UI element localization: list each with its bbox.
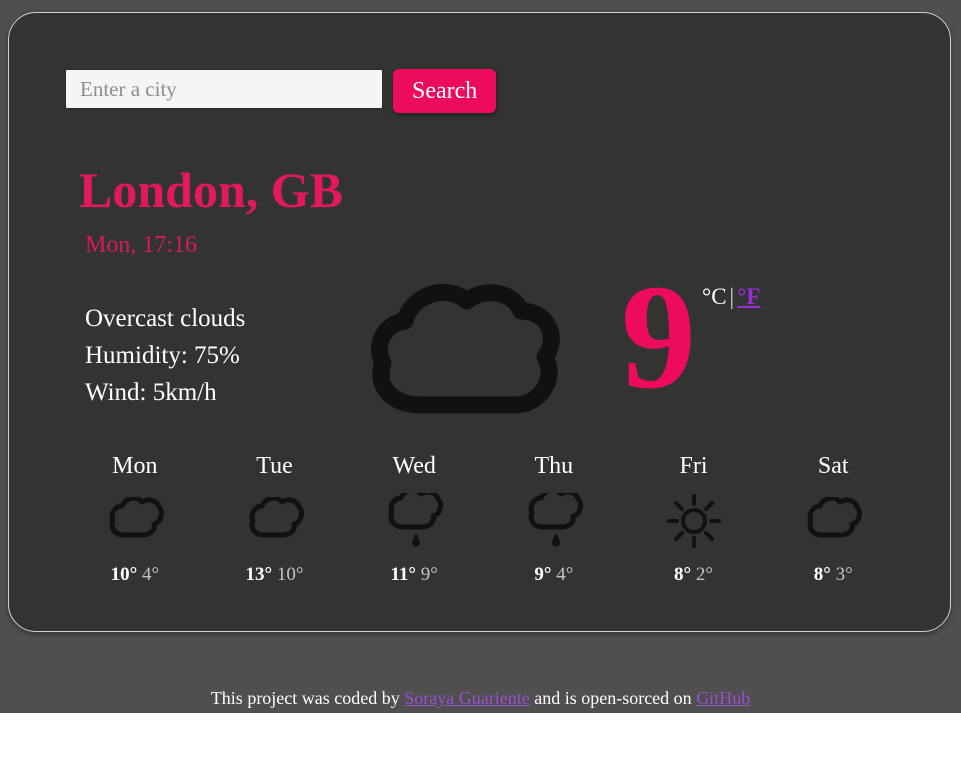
celsius-unit[interactable]: °C	[702, 284, 727, 309]
cloud-icon	[359, 265, 569, 440]
weather-card: Search London, GB Mon, 17:16 Overcast cl…	[8, 12, 951, 632]
temp-max: 8°	[674, 564, 692, 585]
day-label: Mon	[112, 453, 158, 479]
weather-app-page: Search London, GB Mon, 17:16 Overcast cl…	[0, 0, 961, 780]
temp-max: 10°	[110, 564, 138, 585]
day-temperatures: 8° 2°	[624, 564, 764, 586]
weather-description: Overcast clouds	[85, 305, 246, 332]
temp-max: 11°	[390, 564, 417, 585]
cloud-icon	[65, 492, 205, 550]
rain-cloud-icon	[344, 492, 484, 550]
forecast-day-thu: Thu 9° 4°	[484, 453, 624, 586]
forecast-day-sat: Sat 8° 3°	[763, 453, 903, 586]
day-label: Sat	[817, 453, 849, 479]
github-link[interactable]: GitHub	[696, 688, 750, 708]
forecast-day-fri: Fri 8° 2°	[624, 453, 764, 586]
current-conditions: Overcast clouds Humidity: 75% Wind: 5km/…	[85, 300, 245, 411]
temp-max: 8°	[813, 564, 831, 585]
day-label: Fri	[679, 453, 708, 479]
search-form: Search	[65, 69, 497, 113]
forecast-day-wed: Wed 11° 9°	[344, 453, 484, 586]
search-button[interactable]: Search	[393, 69, 497, 113]
humidity-value: Humidity: 75%	[85, 342, 240, 369]
day-label: Thu	[534, 453, 574, 479]
author-link[interactable]: Soraya Guariente	[404, 688, 529, 708]
forecast-day-tue: Tue 13° 10°	[205, 453, 345, 586]
footer-text-before: This project was coded by	[210, 688, 405, 708]
sun-icon	[624, 492, 764, 550]
day-label: Tue	[256, 453, 293, 479]
search-input[interactable]	[65, 69, 383, 109]
temp-min: 3°	[835, 564, 853, 585]
day-temperatures: 11° 9°	[344, 564, 484, 586]
temp-max: 9°	[534, 564, 552, 585]
current-temperature-block: 9 °C | °F	[621, 254, 760, 420]
temp-min: 4°	[141, 564, 160, 585]
day-temperatures: 9° 4°	[484, 564, 624, 586]
temp-min: 4°	[556, 564, 574, 585]
forecast-day-mon: Mon 10° 4°	[65, 453, 205, 586]
temp-max: 13°	[245, 564, 273, 585]
unit-toggle: °C | °F	[702, 284, 760, 310]
cloud-icon	[205, 492, 345, 550]
day-temperatures: 8° 3°	[763, 564, 903, 586]
day-label: Wed	[392, 453, 436, 479]
wind-value: Wind: 5km/h	[85, 379, 217, 406]
rain-cloud-icon	[484, 492, 624, 550]
current-datetime: Mon, 17:16	[85, 232, 198, 258]
day-temperatures: 10° 4°	[65, 564, 205, 586]
fahrenheit-link[interactable]: °F	[737, 284, 760, 309]
unit-separator: |	[729, 284, 735, 309]
footer-text-middle: and is open-sorced on	[529, 688, 697, 708]
temp-min: 10°	[276, 564, 304, 585]
footer: This project was coded by Soraya Guarien…	[0, 688, 961, 709]
city-title: London, GB	[79, 162, 344, 218]
temperature-value: 9	[621, 254, 696, 420]
cloud-icon	[763, 492, 903, 550]
day-temperatures: 13° 10°	[205, 564, 345, 586]
temp-min: 2°	[695, 564, 713, 585]
forecast-row: Mon 10° 4° Tue 13° 10° Wed 11° 9° Thu 9°…	[65, 453, 903, 586]
temp-min: 9°	[420, 564, 438, 585]
